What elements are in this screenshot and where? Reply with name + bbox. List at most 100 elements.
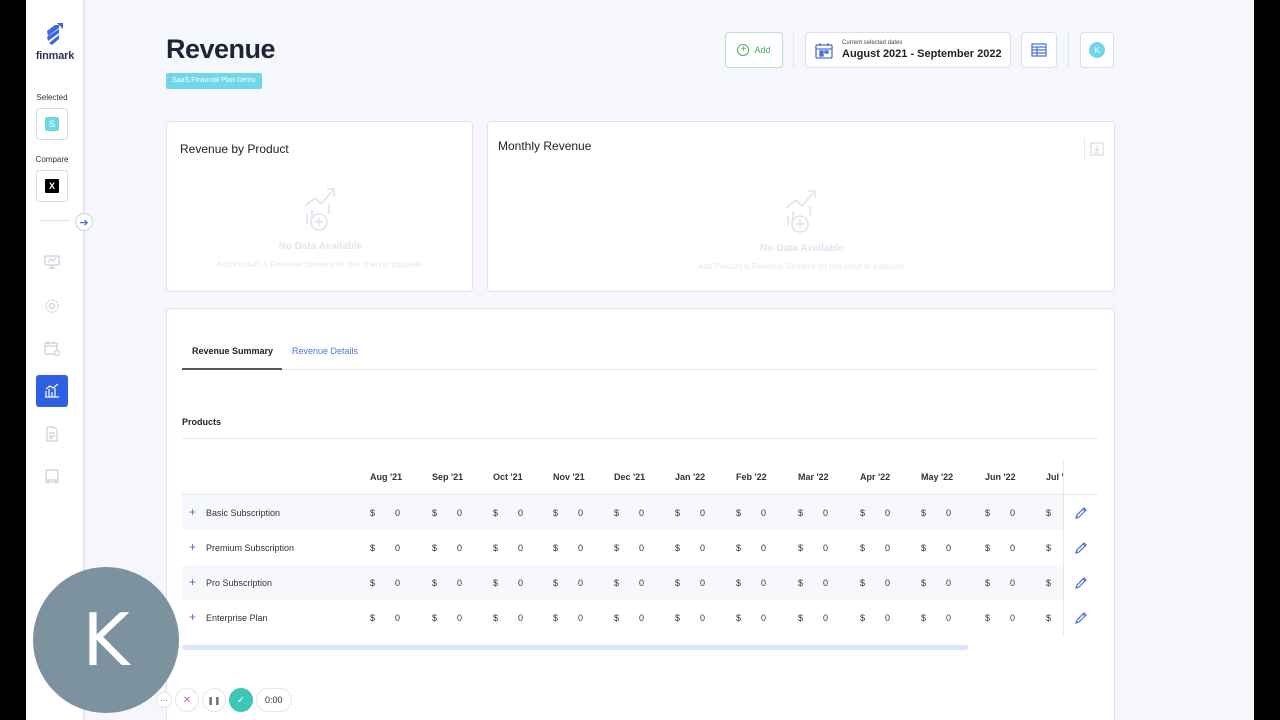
revenue-cell[interactable]: 0 (639, 543, 644, 553)
logo[interactable]: finmark (32, 22, 78, 62)
tab-revenue-details[interactable]: Revenue Details (292, 346, 358, 356)
revenue-cell[interactable]: 0 (518, 543, 523, 553)
edit-row-button[interactable] (1074, 576, 1088, 590)
revenue-cell[interactable]: 0 (639, 508, 644, 518)
sidebar-item-dashboard[interactable] (36, 246, 68, 278)
recorder-controls: ··· ✕ ❚❚ ✓ 0:00 (156, 688, 292, 712)
revenue-cell[interactable]: 0 (946, 578, 951, 588)
revenue-cell[interactable]: 0 (761, 613, 766, 623)
sidebar-item-presentation[interactable] (36, 461, 68, 493)
revenue-cell[interactable]: 0 (518, 613, 523, 623)
revenue-cell[interactable]: 0 (395, 508, 400, 518)
revenue-cell[interactable]: 0 (395, 613, 400, 623)
revenue-cell[interactable]: 0 (885, 508, 890, 518)
revenue-cell[interactable]: 0 (946, 613, 951, 623)
revenue-cell[interactable]: 0 (946, 543, 951, 553)
revenue-cell[interactable]: 0 (885, 613, 890, 623)
horizontal-scrollbar[interactable] (182, 645, 968, 650)
spreadsheet-view-button[interactable] (1021, 32, 1057, 68)
revenue-cell[interactable]: 0 (518, 508, 523, 518)
expand-row-icon[interactable]: + (189, 540, 196, 554)
header-separator (1068, 32, 1069, 68)
tab-revenue-summary[interactable]: Revenue Summary (192, 346, 273, 356)
chart-add-icon (304, 188, 335, 231)
currency-symbol: $ (614, 578, 620, 588)
compare-scenario-button[interactable]: X (36, 170, 68, 202)
revenue-cell[interactable]: 0 (578, 613, 583, 623)
section-divider (182, 438, 1098, 439)
table-row: + Enterprise Plan $0 $0 $0 $0 $0 $0 $0 $0 $0 $0 $0 $ (182, 600, 1063, 635)
edit-row-button[interactable] (1074, 506, 1088, 520)
revenue-cell[interactable]: 0 (395, 578, 400, 588)
sidebar-item-settings[interactable] (36, 290, 68, 322)
revenue-cell[interactable]: 0 (885, 543, 890, 553)
revenue-cell[interactable]: 0 (1010, 613, 1015, 623)
revenue-cell[interactable]: 0 (823, 543, 828, 553)
currency-symbol: $ (798, 578, 804, 588)
recorder-pause-button[interactable]: ❚❚ (202, 688, 226, 712)
gear-icon (45, 299, 59, 313)
recorder-done-button[interactable]: ✓ (229, 688, 253, 712)
revenue-cell[interactable]: 0 (700, 578, 705, 588)
sidebar-item-planning[interactable] (36, 332, 68, 364)
revenue-cell[interactable]: 0 (457, 578, 462, 588)
revenue-cell[interactable]: 0 (885, 578, 890, 588)
currency-symbol: $ (921, 543, 927, 553)
revenue-cell[interactable]: 0 (823, 613, 828, 623)
revenue-cell[interactable]: 0 (578, 543, 583, 553)
expand-row-icon[interactable]: + (189, 575, 196, 589)
revenue-cell[interactable]: 0 (1010, 578, 1015, 588)
add-button-label: Add (754, 45, 771, 55)
pencil-icon (1075, 542, 1087, 554)
revenue-cell[interactable]: 0 (457, 543, 462, 553)
user-menu-button[interactable]: K (1080, 32, 1114, 68)
revenue-cell[interactable]: 0 (700, 613, 705, 623)
revenue-cell[interactable]: 0 (639, 578, 644, 588)
revenue-cell[interactable]: 0 (639, 613, 644, 623)
monthly-revenue-title: Monthly Revenue (498, 139, 592, 153)
date-range-caption: Current selected dates (842, 40, 903, 46)
revenue-cell[interactable]: 0 (578, 578, 583, 588)
revenue-cell[interactable]: 0 (395, 543, 400, 553)
revenue-cell[interactable]: 0 (823, 578, 828, 588)
revenue-cell[interactable]: 0 (1010, 508, 1015, 518)
recorder-more-button[interactable]: ··· (156, 692, 172, 708)
revenue-cell[interactable]: 0 (457, 613, 462, 623)
date-range-button[interactable]: Current selected dates August 2021 - Sep… (805, 32, 1011, 68)
expand-row-icon[interactable]: + (189, 505, 196, 519)
revenue-cell[interactable]: 0 (761, 578, 766, 588)
edit-row-button[interactable] (1074, 611, 1088, 625)
check-icon: ✓ (236, 694, 246, 706)
page-title: Revenue (166, 34, 276, 64)
plan-badge[interactable]: SaaS Financial Plan Demo (166, 73, 262, 89)
revenue-cell[interactable]: 0 (700, 508, 705, 518)
selected-scenario-button[interactable]: S (36, 108, 68, 140)
edit-row-button[interactable] (1074, 541, 1088, 555)
revenue-cell[interactable]: 0 (578, 508, 583, 518)
revenue-cell[interactable]: 0 (946, 508, 951, 518)
currency-symbol: $ (798, 543, 804, 553)
recorder-cancel-button[interactable]: ✕ (175, 688, 199, 712)
currency-symbol: $ (860, 613, 866, 623)
currency-symbol: $ (493, 578, 499, 588)
revenue-cell[interactable]: 0 (1010, 543, 1015, 553)
products-section-label: Products (182, 417, 222, 427)
revenue-cell[interactable]: 0 (823, 508, 828, 518)
sidebar-item-reports[interactable] (36, 418, 68, 450)
sidebar-expand-button[interactable]: ➔ (75, 213, 93, 231)
revenue-cell[interactable]: 0 (761, 508, 766, 518)
sidebar-item-revenue[interactable] (36, 375, 68, 407)
revenue-cell[interactable]: 0 (457, 508, 462, 518)
column-header-month: Mar '22 (798, 472, 829, 482)
download-button[interactable] (1084, 138, 1104, 160)
revenue-cell[interactable]: 0 (518, 578, 523, 588)
currency-symbol: $ (798, 613, 804, 623)
expand-row-icon[interactable]: + (189, 610, 196, 624)
revenue-cell[interactable]: 0 (700, 543, 705, 553)
finmark-logo-icon (47, 23, 63, 45)
avatar: K (1089, 42, 1105, 58)
currency-symbol: $ (675, 508, 681, 518)
add-button[interactable]: + Add (725, 32, 783, 68)
revenue-cell[interactable]: 0 (761, 543, 766, 553)
currency-symbol: $ (736, 613, 742, 623)
